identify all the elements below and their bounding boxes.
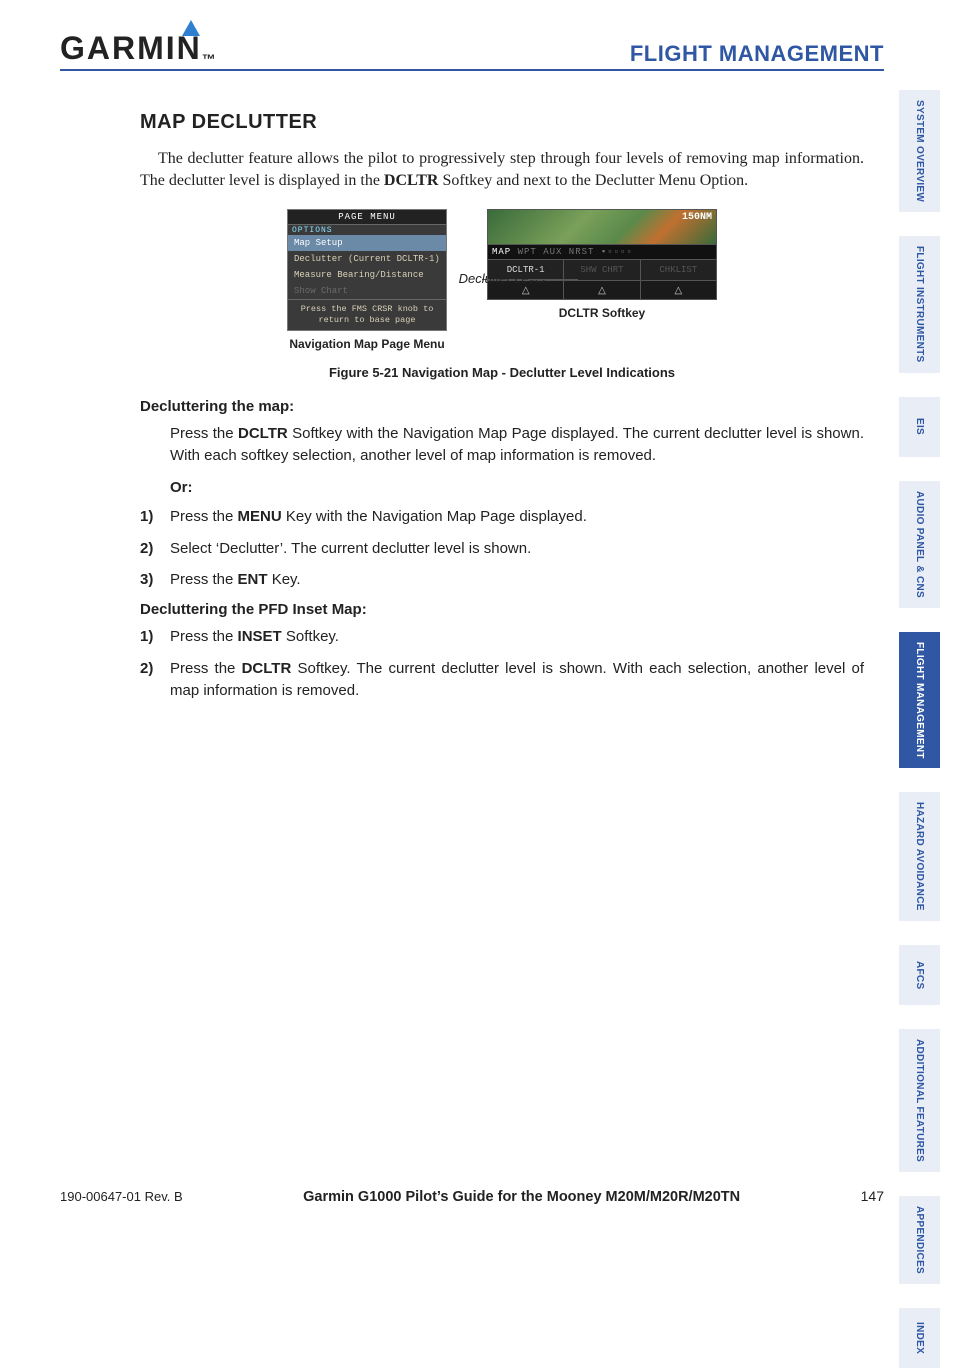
proc1-para: Press the DCLTR Softkey with the Navigat…: [170, 423, 864, 467]
tab-hazard-avoidance[interactable]: HAZARD AVOIDANCE: [899, 792, 940, 921]
menu-caption: Navigation Map Page Menu: [287, 337, 447, 351]
page-group-strip: MAP WPT AUX NRST ▪▫▫▫▫: [487, 245, 717, 260]
step-number: 2): [140, 538, 153, 560]
step-number: 1): [140, 626, 153, 648]
tab-eis[interactable]: EIS: [899, 397, 940, 457]
page-footer: 190-00647-01 Rev. B Garmin G1000 Pilot’s…: [60, 1188, 884, 1205]
tab-appendices[interactable]: APPENDICES: [899, 1196, 940, 1284]
proc2-title: Decluttering the PFD Inset Map:: [140, 601, 864, 618]
menu-row: Measure Bearing/Distance: [288, 267, 446, 283]
logo-triangle-icon: [182, 20, 200, 36]
side-tabs: SYSTEM OVERVIEW FLIGHT INSTRUMENTS EIS AUDI…: [899, 90, 940, 1368]
map-range: 150NM: [682, 212, 712, 223]
leader-line-right: [530, 279, 578, 280]
doc-number: 190-00647-01 Rev. B: [60, 1189, 183, 1204]
softkey-chklist: CHKLIST: [641, 260, 716, 280]
step: 1)Press the MENU Key with the Navigation…: [140, 506, 864, 528]
figure-caption: Figure 5-21 Navigation Map - Declutter L…: [140, 365, 864, 380]
step: 1)Press the INSET Softkey.: [140, 626, 864, 648]
tab-index[interactable]: INDEX: [899, 1308, 940, 1368]
doc-title: Garmin G1000 Pilot’s Guide for the Moone…: [303, 1189, 740, 1205]
section-title: FLIGHT MANAGEMENT: [630, 41, 884, 67]
tab-flight-instruments[interactable]: FLIGHT INSTRUMENTS: [899, 236, 940, 373]
intro-post: Softkey and next to the Declutter Menu O…: [438, 172, 748, 189]
tab-system-overview[interactable]: SYSTEM OVERVIEW: [899, 90, 940, 212]
step: 2)Select ‘Declutter’. The current declut…: [140, 538, 864, 560]
menu-row: Show Chart: [288, 283, 446, 299]
proc1-steps: 1)Press the MENU Key with the Navigation…: [140, 506, 864, 591]
logo-text: GARMIN: [60, 30, 202, 67]
intro-bold: DCLTR: [384, 172, 439, 189]
menu-options-label: OPTIONS: [288, 225, 446, 235]
softkey-shw-chrt: SHW CHRT: [564, 260, 640, 280]
menu-footer: Press the FMS CRSR knob to return to bas…: [288, 299, 446, 330]
proc2-steps: 1)Press the INSET Softkey. 2)Press the DC…: [140, 626, 864, 701]
menu-title: PAGE MENU: [288, 210, 446, 225]
heading-map-declutter: MAP DECLUTTER: [140, 111, 864, 134]
proc1-or: Or:: [170, 479, 864, 496]
figure-5-21: PAGE MENU OPTIONS Map SetupDeclutter (Cu…: [140, 209, 864, 351]
step: 2)Press the DCLTR Softkey. The current d…: [140, 658, 864, 702]
proc1-title: Decluttering the map:: [140, 398, 864, 415]
tab-audio-panel-cns[interactable]: AUDIO PANEL & CNS: [899, 481, 940, 608]
arrow-up-icon: △: [564, 281, 640, 299]
softkey-caption: DCLTR Softkey: [487, 306, 717, 320]
step: 3)Press the ENT Key.: [140, 569, 864, 591]
garmin-logo: GARMIN ™: [60, 30, 218, 67]
main-content: MAP DECLUTTER The declutter feature allo…: [60, 111, 884, 701]
arrow-up-icon: △: [641, 281, 716, 299]
menu-screenshot: PAGE MENU OPTIONS Map SetupDeclutter (Cu…: [287, 209, 447, 351]
tab-additional-features[interactable]: ADDITIONAL FEATURES: [899, 1029, 940, 1172]
page-header: GARMIN ™ FLIGHT MANAGEMENT: [60, 30, 884, 71]
tab-afcs[interactable]: AFCS: [899, 945, 940, 1005]
step-number: 2): [140, 658, 153, 680]
map-thumbnail: 150NM: [487, 209, 717, 245]
tab-flight-management[interactable]: FLIGHT MANAGEMENT: [899, 632, 940, 769]
step-number: 1): [140, 506, 153, 528]
menu-row: Map Setup: [288, 235, 446, 251]
page-number: 147: [861, 1188, 884, 1204]
step-number: 3): [140, 569, 153, 591]
intro-paragraph: The declutter feature allows the pilot t…: [140, 148, 864, 191]
softkey-screenshot: 150NM MAP WPT AUX NRST ▪▫▫▫▫ DCLTR-1 SHW…: [487, 209, 717, 320]
menu-row: Declutter (Current DCLTR-1): [288, 251, 446, 267]
